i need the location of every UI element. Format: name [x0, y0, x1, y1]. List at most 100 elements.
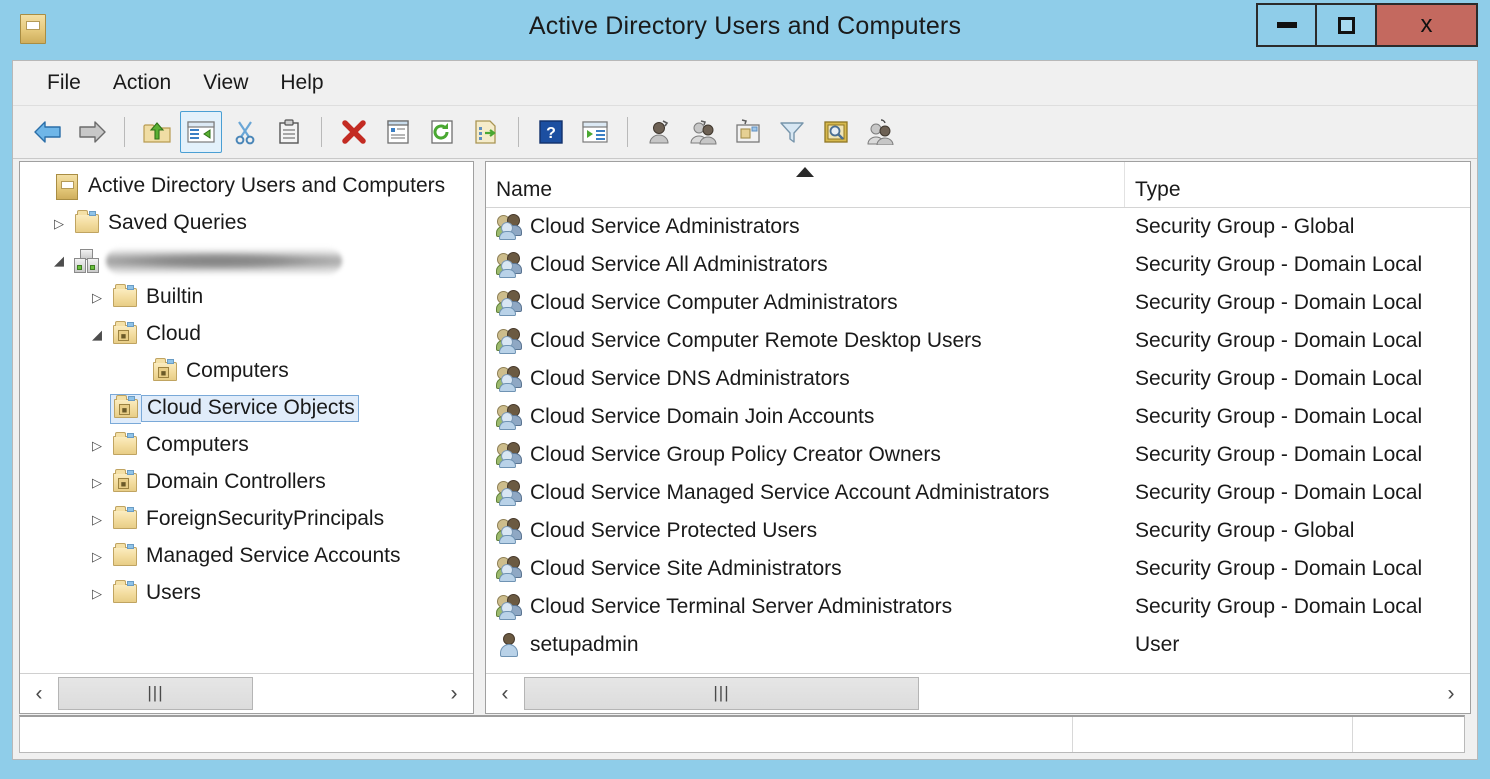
menu-help[interactable]: Help — [264, 69, 339, 97]
row-type-cell: Security Group - Domain Local — [1125, 253, 1470, 277]
scroll-right-button[interactable]: › — [435, 675, 473, 713]
close-button[interactable]: x — [1376, 3, 1478, 47]
tree-node-foreign-security-principals[interactable]: ▷ ForeignSecurityPrincipals — [20, 501, 473, 538]
row-type-cell: Security Group - Domain Local — [1125, 367, 1470, 391]
domain-icon — [72, 247, 102, 275]
find-icon[interactable] — [815, 111, 857, 153]
folder-icon — [110, 284, 140, 312]
tree-node-domain-controllers[interactable]: ▷ ■ Domain Controllers — [20, 464, 473, 501]
scroll-track[interactable]: ||| — [58, 675, 435, 713]
chevron-down-icon[interactable]: ◢ — [84, 327, 110, 343]
new-group-icon[interactable] — [683, 111, 725, 153]
sort-ascending-icon — [796, 167, 814, 177]
column-header-name[interactable]: Name — [486, 162, 1125, 207]
scroll-thumb[interactable]: ||| — [58, 677, 253, 710]
tree-node-label: Saved Queries — [102, 210, 251, 236]
chevron-right-icon[interactable]: ▷ — [84, 290, 110, 306]
properties-icon[interactable] — [377, 111, 419, 153]
tree-node-computers[interactable]: ▷ Computers — [20, 427, 473, 464]
scroll-right-button[interactable]: › — [1432, 675, 1470, 713]
folder-icon — [110, 580, 140, 608]
scroll-track[interactable]: ||| — [524, 675, 1432, 713]
tree-node-label: Cloud Service Objects — [141, 395, 359, 421]
table-row[interactable]: Cloud Service DNS Administrators Securit… — [486, 360, 1470, 398]
forward-icon[interactable] — [71, 111, 113, 153]
title-bar[interactable]: Active Directory Users and Computers x — [0, 0, 1490, 60]
filter-icon[interactable] — [771, 111, 813, 153]
show-hide-console-tree-icon[interactable] — [180, 111, 222, 153]
chevron-right-icon[interactable]: ▷ — [84, 549, 110, 565]
chevron-right-icon[interactable]: ▷ — [84, 475, 110, 491]
chevron-down-icon[interactable]: ◢ — [46, 253, 72, 269]
tree-node-managed-service-accounts[interactable]: ▷ Managed Service Accounts — [20, 538, 473, 575]
toolbar-separator — [321, 117, 322, 147]
chevron-right-icon[interactable]: ▷ — [46, 216, 72, 232]
window-client-area: File Action View Help — [12, 60, 1478, 760]
table-row[interactable]: Cloud Service Site Administrators Securi… — [486, 550, 1470, 588]
export-list-icon[interactable] — [465, 111, 507, 153]
chevron-right-icon[interactable]: ▷ — [84, 586, 110, 602]
row-type-cell: Security Group - Domain Local — [1125, 595, 1470, 619]
table-row[interactable]: Cloud Service Computer Administrators Se… — [486, 284, 1470, 322]
scroll-left-button[interactable]: ‹ — [20, 675, 58, 713]
scroll-left-button[interactable]: ‹ — [486, 675, 524, 713]
column-header-type[interactable]: Type — [1125, 162, 1470, 207]
table-row[interactable]: setupadmin User — [486, 626, 1470, 664]
tree-node-cloud-service-objects[interactable]: ■ Cloud Service Objects — [20, 390, 473, 427]
table-row[interactable]: Cloud Service Computer Remote Desktop Us… — [486, 322, 1470, 360]
paste-icon[interactable] — [268, 111, 310, 153]
tree-node-label: Computers — [180, 358, 293, 384]
menu-file[interactable]: File — [31, 69, 97, 97]
tree-node-saved-queries[interactable]: ▷ Saved Queries — [20, 205, 473, 242]
back-icon[interactable] — [27, 111, 69, 153]
table-row[interactable]: Cloud Service Group Policy Creator Owner… — [486, 436, 1470, 474]
window-controls: x — [1256, 3, 1478, 47]
group-icon — [496, 214, 524, 240]
table-row[interactable]: Cloud Service Managed Service Account Ad… — [486, 474, 1470, 512]
manage-groups-icon[interactable] — [859, 111, 901, 153]
help-icon[interactable]: ? — [530, 111, 572, 153]
tree-node-builtin[interactable]: ▷ Builtin — [20, 279, 473, 316]
row-type-cell: Security Group - Domain Local — [1125, 405, 1470, 429]
tree-node-label: Computers — [140, 432, 253, 458]
row-name-cell: Cloud Service Protected Users — [486, 518, 1125, 544]
cut-icon[interactable] — [224, 111, 266, 153]
delete-icon[interactable] — [333, 111, 375, 153]
tree-node-users[interactable]: ▷ Users — [20, 575, 473, 612]
status-pane-secondary — [1073, 717, 1353, 752]
scroll-thumb[interactable]: ||| — [524, 677, 919, 710]
tree-node-root[interactable]: Active Directory Users and Computers — [20, 168, 473, 205]
table-row[interactable]: Cloud Service Domain Join Accounts Secur… — [486, 398, 1470, 436]
row-name-label: Cloud Service Domain Join Accounts — [530, 405, 874, 429]
toolbar-separator — [627, 117, 628, 147]
tree-node-domain[interactable]: ◢ — [20, 242, 473, 279]
refresh-icon[interactable] — [421, 111, 463, 153]
menu-view[interactable]: View — [187, 69, 264, 97]
row-name-cell: Cloud Service Managed Service Account Ad… — [486, 480, 1125, 506]
row-name-cell: Cloud Service Site Administrators — [486, 556, 1125, 582]
maximize-button[interactable] — [1316, 3, 1376, 47]
row-name-cell: Cloud Service Computer Remote Desktop Us… — [486, 328, 1125, 354]
row-name-label: Cloud Service Protected Users — [530, 519, 817, 543]
list-horizontal-scrollbar[interactable]: ‹ ||| › — [486, 673, 1470, 713]
tree-node-cloud-computers[interactable]: ■ Computers — [20, 353, 473, 390]
tree-node-cloud[interactable]: ◢ ■ Cloud — [20, 316, 473, 353]
toolbar: ? — [13, 106, 1477, 159]
chevron-right-icon[interactable]: ▷ — [84, 512, 110, 528]
table-row[interactable]: Cloud Service Administrators Security Gr… — [486, 208, 1470, 246]
table-row[interactable]: Cloud Service Protected Users Security G… — [486, 512, 1470, 550]
menu-action[interactable]: Action — [97, 69, 187, 97]
chevron-right-icon[interactable]: ▷ — [84, 438, 110, 454]
minimize-button[interactable] — [1256, 3, 1316, 47]
new-user-icon[interactable] — [639, 111, 681, 153]
tree-horizontal-scrollbar[interactable]: ‹ ||| › — [20, 673, 473, 713]
row-name-cell: setupadmin — [486, 632, 1125, 658]
up-one-level-icon[interactable] — [136, 111, 178, 153]
show-action-pane-icon[interactable] — [574, 111, 616, 153]
tree-node-label: Cloud — [140, 321, 205, 347]
status-bar — [19, 715, 1465, 753]
row-name-label: Cloud Service Site Administrators — [530, 557, 842, 581]
table-row[interactable]: Cloud Service All Administrators Securit… — [486, 246, 1470, 284]
new-ou-icon[interactable] — [727, 111, 769, 153]
table-row[interactable]: Cloud Service Terminal Server Administra… — [486, 588, 1470, 626]
